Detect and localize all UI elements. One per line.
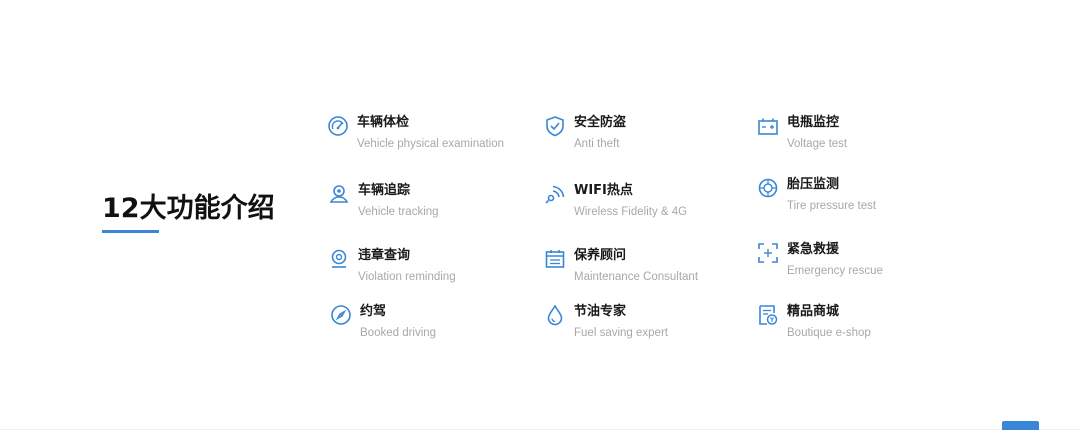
feature-desc: Wireless Fidelity & 4G — [574, 206, 688, 218]
feature-vehicle-tracking[interactable]: 车辆追踪 Vehicle tracking — [328, 183, 528, 227]
feature-desc: Anti theft — [574, 138, 620, 150]
calendar-icon — [544, 248, 566, 270]
feature-label: 保养顾问 — [574, 248, 627, 263]
feature-desc: Boutique e-shop — [787, 327, 871, 339]
feature-battery[interactable]: 电瓶监控 Voltage test — [757, 115, 957, 159]
tire-icon — [757, 177, 779, 199]
feature-label: 车辆追踪 — [358, 183, 411, 198]
fuel-drop-icon — [544, 304, 566, 326]
feature-desc: Emergency rescue — [787, 265, 883, 277]
compass-icon — [330, 304, 352, 326]
feature-desc: Vehicle tracking — [358, 206, 439, 218]
feature-label: 胎压监测 — [787, 177, 840, 192]
feature-desc: Maintenance Consultant — [574, 271, 699, 283]
feature-label: 安全防盗 — [574, 115, 627, 130]
feature-label: 违章查询 — [358, 248, 411, 263]
feature-desc: Fuel saving expert — [574, 327, 668, 339]
feature-desc: Tire pressure test — [787, 200, 877, 212]
feature-desc: Vehicle physical examination — [357, 138, 505, 150]
feature-tire-pressure[interactable]: 胎压监测 Tire pressure test — [757, 177, 957, 221]
feature-label: 约驾 — [360, 304, 387, 319]
violation-pin-icon — [328, 248, 350, 270]
feature-violation-query[interactable]: 违章查询 Violation reminding — [328, 248, 528, 292]
back-to-top-button[interactable] — [1002, 421, 1039, 430]
feature-anti-theft[interactable]: 安全防盗 Anti theft — [544, 115, 744, 159]
battery-icon — [757, 115, 779, 137]
feature-label: 紧急救援 — [787, 242, 840, 257]
feature-desc: Voltage test — [787, 138, 848, 150]
shop-doc-icon — [757, 304, 779, 326]
feature-label: 电瓶监控 — [787, 115, 840, 130]
feature-desc: Booked driving — [360, 327, 437, 339]
wifi-icon — [544, 183, 566, 205]
gauge-icon — [327, 115, 349, 137]
feature-fuel-saving[interactable]: 节油专家 Fuel saving expert — [544, 304, 744, 348]
feature-wifi[interactable]: WIFI热点 Wireless Fidelity & 4G — [544, 183, 744, 227]
feature-emergency-rescue[interactable]: 紧急救援 Emergency rescue — [757, 242, 957, 286]
feature-desc: Violation reminding — [358, 271, 456, 283]
location-person-icon — [328, 183, 350, 205]
feature-vehicle-examination[interactable]: 车辆体检 Vehicle physical examination — [327, 115, 527, 159]
title-underline — [102, 230, 159, 233]
feature-label: 精品商城 — [787, 304, 840, 319]
feature-maintenance[interactable]: 保养顾问 Maintenance Consultant — [544, 248, 744, 292]
feature-label: WIFI热点 — [574, 183, 633, 198]
section-title: 12大功能介绍 — [102, 193, 275, 224]
emergency-scan-icon — [757, 242, 779, 264]
feature-label: 节油专家 — [574, 304, 627, 319]
feature-boutique-shop[interactable]: 精品商城 Boutique e-shop — [757, 304, 957, 348]
feature-label: 车辆体检 — [357, 115, 410, 130]
shield-icon — [544, 115, 566, 137]
feature-booked-driving[interactable]: 约驾 Booked driving — [330, 304, 530, 348]
